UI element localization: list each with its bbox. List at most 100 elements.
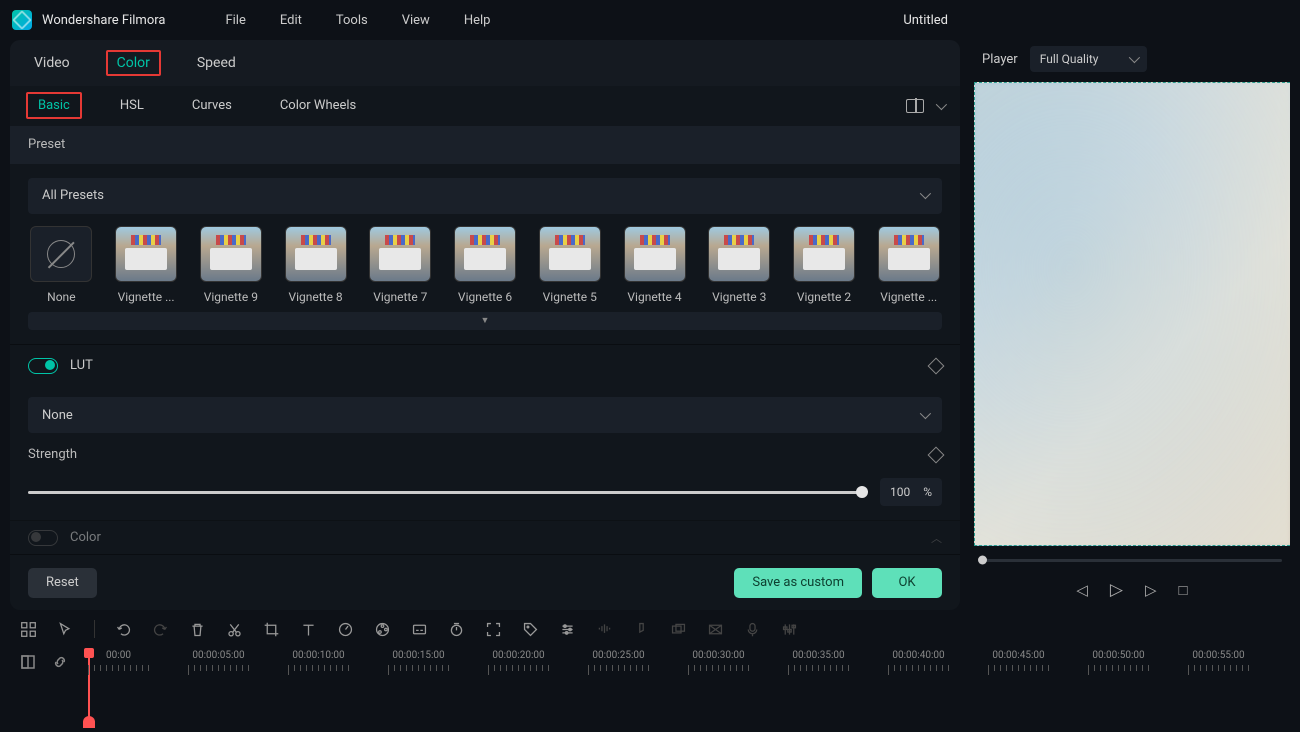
audio-icon[interactable] bbox=[596, 621, 613, 638]
preset-thumbnails: None Vignette ... Vignette 9 Vignette 8 Vign… bbox=[28, 226, 942, 304]
slider-handle[interactable] bbox=[856, 486, 868, 498]
speed-icon[interactable] bbox=[337, 621, 354, 638]
lut-dropdown[interactable]: None bbox=[28, 397, 942, 433]
track-layout-icon[interactable] bbox=[20, 654, 36, 670]
tag-icon[interactable] bbox=[522, 621, 539, 638]
subtab-hsl[interactable]: HSL bbox=[110, 94, 154, 117]
menu-file[interactable]: File bbox=[225, 13, 245, 28]
preset-thumbnail bbox=[369, 226, 431, 282]
preset-item[interactable]: Vignette 6 bbox=[452, 226, 519, 304]
mixer-icon[interactable] bbox=[781, 621, 798, 638]
chevron-down-icon bbox=[1128, 52, 1139, 63]
preset-item[interactable]: Vignette 7 bbox=[367, 226, 434, 304]
frame-icon[interactable] bbox=[707, 621, 724, 638]
category-tabs: Video Color Speed bbox=[10, 40, 960, 86]
keyframe-diamond-icon[interactable] bbox=[928, 446, 945, 463]
color-icon[interactable] bbox=[374, 621, 391, 638]
scrubber[interactable] bbox=[974, 550, 1290, 570]
ruler-tick: 00:00:55:00 bbox=[1188, 650, 1249, 675]
subtab-basic[interactable]: Basic bbox=[26, 92, 82, 119]
quality-dropdown[interactable]: Full Quality bbox=[1030, 46, 1147, 72]
play-icon[interactable]: ▷ bbox=[1110, 580, 1123, 600]
preset-thumbnail bbox=[708, 226, 770, 282]
group-icon[interactable] bbox=[670, 621, 687, 638]
link-icon[interactable] bbox=[52, 654, 68, 670]
menu-view[interactable]: View bbox=[402, 13, 430, 28]
preset-item[interactable]: Vignette ... bbox=[113, 226, 180, 304]
marker-icon[interactable] bbox=[633, 621, 650, 638]
video-preview[interactable] bbox=[974, 82, 1290, 546]
timer-icon[interactable] bbox=[448, 621, 465, 638]
color-toggle[interactable] bbox=[28, 530, 58, 546]
delete-icon[interactable] bbox=[189, 621, 206, 638]
save-custom-button[interactable]: Save as custom bbox=[734, 568, 862, 598]
ruler-tick: 00:00:50:00 bbox=[1088, 650, 1149, 675]
collapse-toggle[interactable]: ▼ bbox=[28, 312, 942, 330]
timeline-ruler[interactable]: 00:0000:00:05:0000:00:10:0000:00:15:0000… bbox=[88, 650, 1280, 690]
preset-label: Vignette 6 bbox=[458, 290, 512, 304]
scrub-handle[interactable] bbox=[978, 556, 987, 565]
preset-label: Vignette 9 bbox=[204, 290, 258, 304]
preset-dropdown[interactable]: All Presets bbox=[28, 178, 942, 214]
subtab-curves[interactable]: Curves bbox=[182, 94, 242, 117]
timeline-toolbar bbox=[0, 610, 1300, 648]
redo-icon[interactable] bbox=[152, 621, 169, 638]
strength-label: Strength bbox=[28, 447, 77, 462]
menu-help[interactable]: Help bbox=[464, 13, 491, 28]
lut-label: LUT bbox=[70, 358, 93, 373]
mic-icon[interactable] bbox=[744, 621, 761, 638]
ruler-tick: 00:00:20:00 bbox=[488, 650, 549, 675]
preset-item[interactable]: None bbox=[28, 226, 95, 304]
preset-label: Vignette 7 bbox=[373, 290, 427, 304]
tab-video[interactable]: Video bbox=[34, 55, 70, 71]
color-subtabs: Basic HSL Curves Color Wheels bbox=[10, 86, 960, 126]
menu-tools[interactable]: Tools bbox=[336, 13, 368, 28]
undo-icon[interactable] bbox=[115, 621, 132, 638]
tab-color[interactable]: Color bbox=[106, 50, 161, 76]
preset-label: Vignette ... bbox=[118, 290, 175, 304]
preset-item[interactable]: Vignette ... bbox=[875, 226, 942, 304]
cut-icon[interactable] bbox=[226, 621, 243, 638]
preset-item[interactable]: Vignette 3 bbox=[706, 226, 773, 304]
preset-item[interactable]: Vignette 4 bbox=[621, 226, 688, 304]
subtitle-icon[interactable] bbox=[411, 621, 428, 638]
preset-item[interactable]: Vignette 5 bbox=[536, 226, 603, 304]
menu-edit[interactable]: Edit bbox=[280, 13, 302, 28]
stop-icon[interactable]: □ bbox=[1179, 581, 1188, 599]
pointer-icon[interactable] bbox=[57, 621, 74, 638]
preset-label: Vignette 3 bbox=[712, 290, 766, 304]
text-icon[interactable] bbox=[300, 621, 317, 638]
preset-item[interactable]: Vignette 9 bbox=[197, 226, 264, 304]
strength-value[interactable]: 100 % bbox=[880, 478, 942, 506]
preset-label: Vignette 5 bbox=[543, 290, 597, 304]
keyframe-diamond-icon[interactable] bbox=[928, 357, 945, 374]
ruler-tick: 00:00:35:00 bbox=[788, 650, 849, 675]
chevron-down-icon[interactable] bbox=[936, 99, 947, 110]
fullscreen-icon[interactable] bbox=[485, 621, 502, 638]
preset-label: Vignette 2 bbox=[797, 290, 851, 304]
lut-toggle[interactable] bbox=[28, 358, 58, 374]
preset-item[interactable]: Vignette 8 bbox=[282, 226, 349, 304]
chevron-up-icon[interactable]: ︿ bbox=[931, 530, 942, 546]
adjust-icon[interactable] bbox=[559, 621, 576, 638]
reset-button[interactable]: Reset bbox=[28, 568, 97, 598]
preset-thumbnail bbox=[539, 226, 601, 282]
properties-panel: Video Color Speed Basic HSL Curves Color… bbox=[10, 40, 960, 610]
next-frame-icon[interactable]: ▷ bbox=[1145, 581, 1157, 599]
strength-slider[interactable] bbox=[28, 491, 866, 494]
compare-view-icon[interactable] bbox=[906, 99, 924, 113]
strength-number: 100 bbox=[890, 485, 910, 499]
subtab-color-wheels[interactable]: Color Wheels bbox=[270, 94, 366, 117]
tab-speed[interactable]: Speed bbox=[197, 55, 236, 71]
ok-button[interactable]: OK bbox=[872, 568, 942, 598]
preset-item[interactable]: Vignette 2 bbox=[791, 226, 858, 304]
crop-icon[interactable] bbox=[263, 621, 280, 638]
ruler-tick: 00:00:10:00 bbox=[288, 650, 349, 675]
preset-thumbnail bbox=[454, 226, 516, 282]
ruler-tick: 00:00:45:00 bbox=[988, 650, 1049, 675]
grid-icon[interactable] bbox=[20, 621, 37, 638]
prev-frame-icon[interactable]: ◁ bbox=[1076, 581, 1088, 599]
preset-header: Preset bbox=[10, 126, 960, 164]
color-section-header: Color ︿ bbox=[10, 520, 960, 554]
ruler-tick: 00:00:25:00 bbox=[588, 650, 649, 675]
